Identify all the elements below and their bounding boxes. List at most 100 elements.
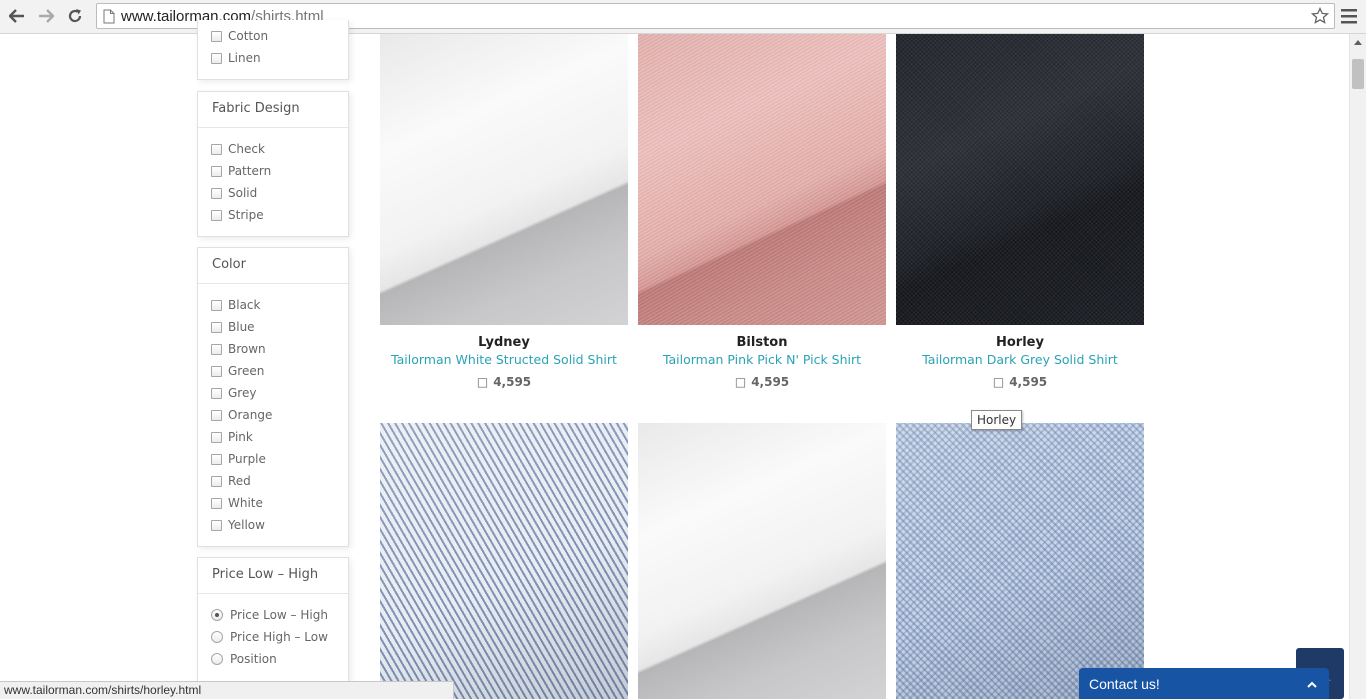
product-card[interactable]: [380, 423, 628, 699]
product-image[interactable]: [896, 423, 1144, 699]
checkbox[interactable]: [211, 52, 222, 64]
checkbox[interactable]: [211, 209, 222, 221]
color-option[interactable]: Black: [211, 294, 348, 316]
product-description[interactable]: Tailorman Pink Pick N' Pick Shirt: [638, 352, 886, 367]
fabric-design-option-label: Check: [228, 142, 265, 156]
checkbox[interactable]: [211, 165, 222, 177]
sort-option[interactable]: Position: [211, 648, 348, 670]
checkbox[interactable]: [211, 143, 222, 155]
checkbox[interactable]: [211, 365, 222, 377]
product-card[interactable]: [638, 423, 886, 699]
color-title: Color: [198, 248, 348, 284]
product-name[interactable]: Lydney: [380, 335, 628, 350]
product-image[interactable]: [380, 423, 628, 699]
fabric-design-option-label: Stripe: [228, 208, 264, 222]
checkbox[interactable]: [211, 30, 222, 42]
sort-option[interactable]: Price High – Low: [211, 626, 348, 648]
price-value: 4,595: [751, 375, 790, 389]
material-filter: Cotton Linen: [197, 20, 349, 80]
product-name[interactable]: Horley: [896, 335, 1144, 350]
sort-option-label: Position: [230, 652, 277, 666]
checkbox[interactable]: [211, 187, 222, 199]
radio-button[interactable]: [211, 653, 223, 665]
checkbox[interactable]: [211, 497, 222, 509]
product-image[interactable]: [638, 423, 886, 699]
vertical-scrollbar[interactable]: [1349, 34, 1366, 699]
sort-title: Price Low – High: [198, 558, 348, 594]
checkbox[interactable]: [211, 299, 222, 311]
product-card[interactable]: Bilston Tailorman Pink Pick N' Pick Shir…: [638, 34, 886, 389]
color-option-label: Red: [228, 474, 251, 488]
product-price: □ 4,595: [638, 375, 886, 389]
product-image[interactable]: [896, 34, 1144, 325]
product-name[interactable]: Bilston: [638, 335, 886, 350]
fabric-design-option-label: Pattern: [228, 164, 272, 178]
color-list: Black Blue Brown Green Grey Orange Pink Purple R…: [198, 284, 348, 536]
checkbox[interactable]: [211, 475, 222, 487]
fabric-design-title: Fabric Design: [198, 92, 348, 128]
checkbox[interactable]: [211, 519, 222, 531]
radio-button[interactable]: [211, 609, 223, 621]
fabric-design-option[interactable]: Pattern: [211, 160, 348, 182]
sort-option-label: Price High – Low: [230, 630, 328, 644]
color-option[interactable]: Purple: [211, 448, 348, 470]
checkbox[interactable]: [211, 387, 222, 399]
status-bar: www.tailorman.com/shirts/horley.html: [0, 681, 454, 699]
reload-button[interactable]: [63, 5, 87, 27]
scroll-up-arrow-icon: [1354, 40, 1362, 45]
product-card[interactable]: Horley Tailorman Dark Grey Solid Shirt □…: [896, 34, 1144, 389]
fabric-design-list: Check Pattern Solid Stripe: [198, 128, 348, 226]
color-option-label: Purple: [228, 452, 266, 466]
fabric-design-option[interactable]: Stripe: [211, 204, 348, 226]
color-option[interactable]: Pink: [211, 426, 348, 448]
material-list: Cotton Linen: [198, 20, 348, 69]
color-option[interactable]: Blue: [211, 316, 348, 338]
radio-button[interactable]: [211, 631, 223, 643]
color-option-label: Pink: [228, 430, 253, 444]
color-option-label: White: [228, 496, 263, 510]
product-card[interactable]: [896, 423, 1144, 699]
material-option-label: Linen: [228, 51, 261, 65]
sort-option[interactable]: Price Low – High: [211, 604, 348, 626]
scroll-up-button[interactable]: [1350, 34, 1366, 51]
checkbox[interactable]: [211, 343, 222, 355]
forward-arrow-icon: [39, 9, 54, 23]
checkbox[interactable]: [211, 409, 222, 421]
color-option-label: Black: [228, 298, 261, 312]
chevron-up-icon[interactable]: [1307, 668, 1317, 699]
color-option[interactable]: Green: [211, 360, 348, 382]
product-description[interactable]: Tailorman Dark Grey Solid Shirt: [896, 352, 1144, 367]
price-value: 4,595: [493, 375, 532, 389]
bookmark-star-icon[interactable]: [1311, 7, 1329, 25]
color-option[interactable]: Yellow: [211, 514, 348, 536]
product-card[interactable]: Lydney Tailorman White Structed Solid Sh…: [380, 34, 628, 389]
material-option[interactable]: Cotton: [211, 25, 348, 47]
material-option[interactable]: Linen: [211, 47, 348, 69]
color-option[interactable]: Brown: [211, 338, 348, 360]
color-option-label: Brown: [228, 342, 266, 356]
checkbox[interactable]: [211, 431, 222, 443]
contact-us-widget[interactable]: Contact us!: [1079, 668, 1329, 699]
scroll-thumb[interactable]: [1352, 59, 1364, 89]
checkbox[interactable]: [211, 321, 222, 333]
fabric-design-option[interactable]: Solid: [211, 182, 348, 204]
product-image[interactable]: [380, 34, 628, 325]
price-value: 4,595: [1009, 375, 1048, 389]
forward-button[interactable]: [34, 5, 58, 27]
back-button[interactable]: [5, 5, 29, 27]
color-option-label: Orange: [228, 408, 273, 422]
back-arrow-icon: [9, 9, 24, 23]
color-option[interactable]: Red: [211, 470, 348, 492]
color-option[interactable]: White: [211, 492, 348, 514]
color-filter: Color Black Blue Brown Green Grey Orange Pink P…: [197, 247, 349, 547]
color-option[interactable]: Orange: [211, 404, 348, 426]
product-description[interactable]: Tailorman White Structed Solid Shirt: [380, 352, 628, 367]
color-option-label: Green: [228, 364, 265, 378]
color-option-label: Yellow: [228, 518, 265, 532]
sort-list: Price Low – High Price High – Low Position: [198, 594, 348, 670]
product-image[interactable]: [638, 34, 886, 325]
color-option[interactable]: Grey: [211, 382, 348, 404]
fabric-design-option[interactable]: Check: [211, 138, 348, 160]
menu-icon[interactable]: [1340, 6, 1358, 26]
checkbox[interactable]: [211, 453, 222, 465]
